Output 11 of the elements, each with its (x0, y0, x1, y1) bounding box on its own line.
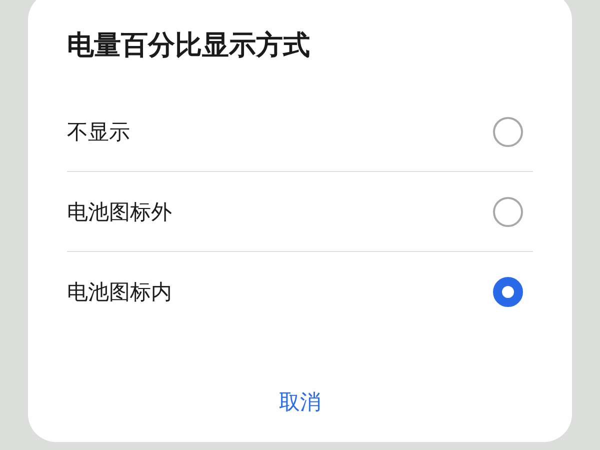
option-label: 电池图标内 (67, 279, 172, 306)
option-label: 不显示 (67, 118, 130, 146)
radio-button[interactable] (493, 196, 523, 226)
cancel-button[interactable]: 取消 (265, 382, 335, 422)
option-row[interactable]: 电池图标外 (67, 172, 533, 252)
option-row[interactable]: 电池图标内 (67, 252, 533, 332)
option-label: 电池图标外 (67, 198, 172, 226)
radio-button[interactable] (493, 116, 523, 146)
radio-button[interactable] (493, 277, 523, 307)
option-row[interactable]: 不显示 (67, 92, 533, 172)
dialog-title: 电量百分比显示方式 (67, 30, 311, 63)
